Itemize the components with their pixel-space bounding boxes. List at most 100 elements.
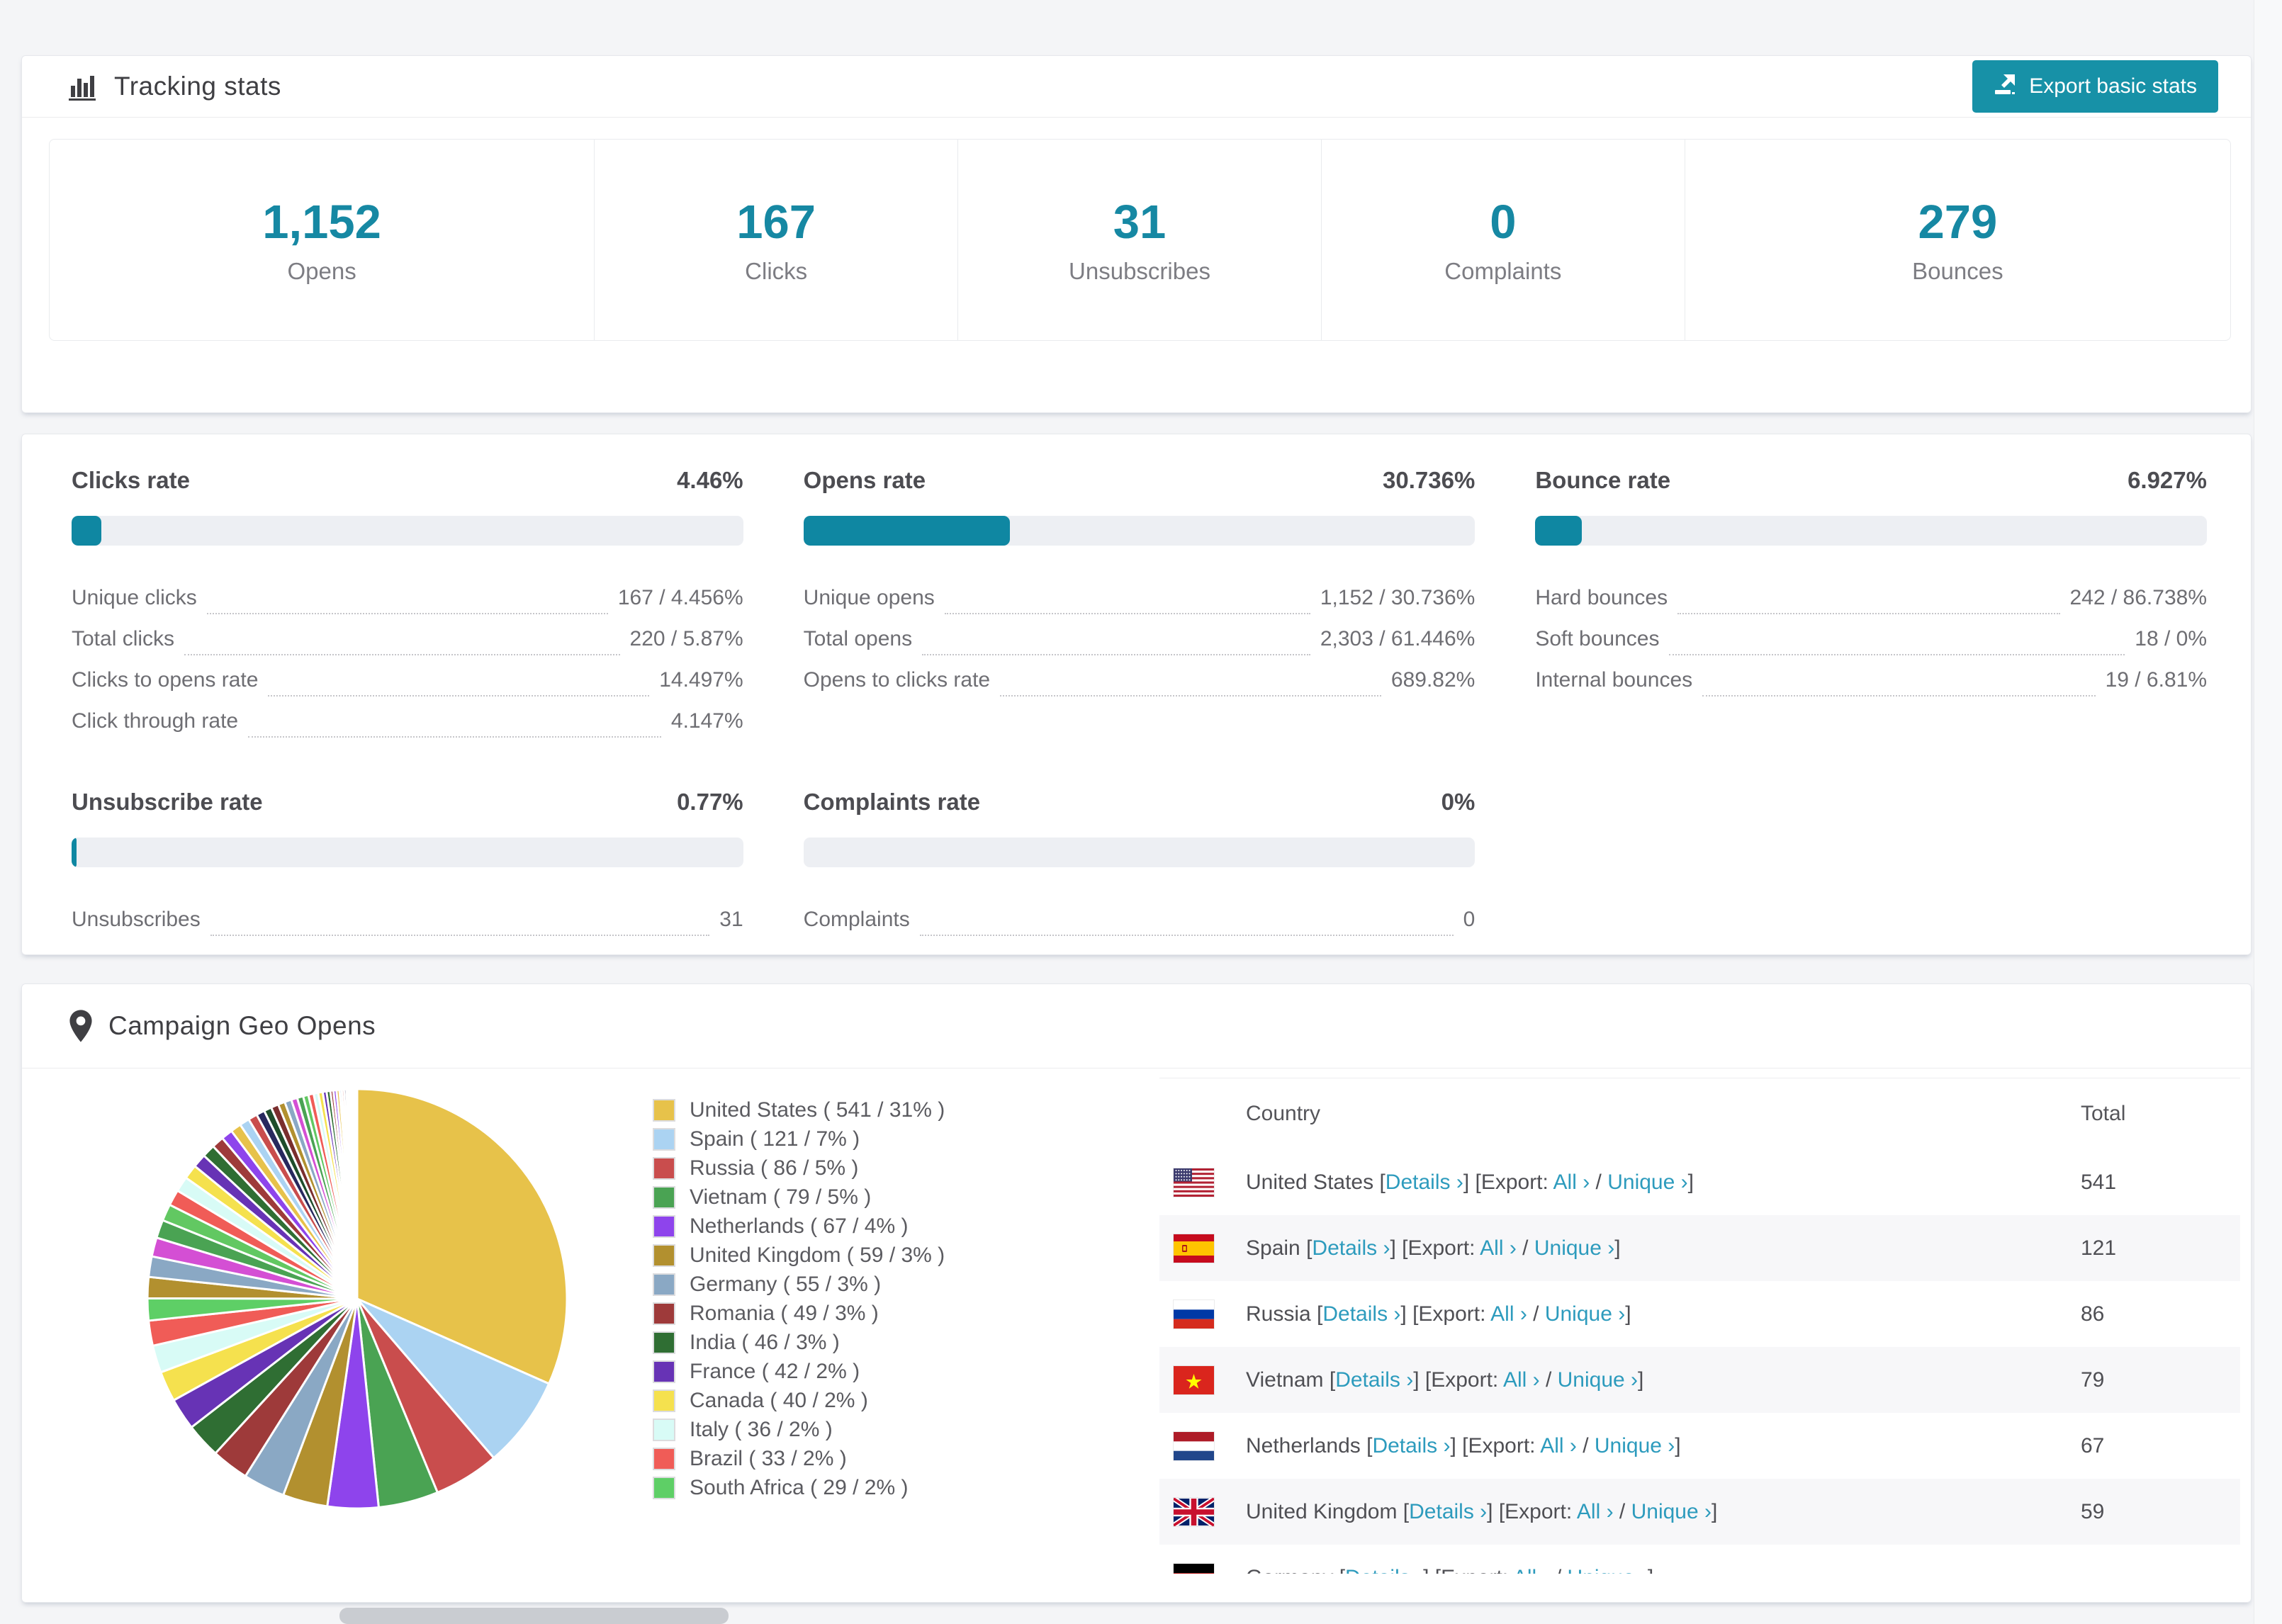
legend-swatch <box>653 1273 675 1296</box>
export-all-link[interactable]: All › <box>1540 1434 1577 1457</box>
export-all-link[interactable]: All › <box>1480 1236 1517 1260</box>
rate-stat-value: 31 <box>719 908 743 931</box>
legend-label: Romania ( 49 / 3% ) <box>690 1301 879 1325</box>
legend-swatch <box>653 1127 675 1151</box>
export-unique-link[interactable]: Unique › <box>1568 1566 1648 1574</box>
export-unique-link[interactable]: Unique › <box>1631 1500 1712 1523</box>
rate-stat-row: Hard bounces 242 / 86.738% <box>1535 573 2207 614</box>
geo-table-header: Country Total <box>1159 1078 2240 1149</box>
rate-stat-row: Unsubscribes 31 <box>72 895 743 936</box>
rate-value: 30.736% <box>1383 467 1476 493</box>
dotted-leader <box>210 926 710 936</box>
country-cell: United States [Details ›] [Export: All ›… <box>1246 1170 1694 1194</box>
horizontal-scrollbar-thumb[interactable] <box>339 1608 729 1624</box>
dotted-leader <box>919 926 1454 936</box>
stat-label: Opens <box>287 258 356 284</box>
dotted-leader <box>1702 687 2096 697</box>
rate-block-complaints-rate: Complaints rate 0% Complaints 0 <box>803 789 1476 936</box>
rate-progress-bar <box>72 516 743 546</box>
rate-value: 6.927% <box>2128 467 2207 493</box>
rate-stat-label: Unique clicks <box>72 586 197 609</box>
table-row-nl: Netherlands [Details ›] [Export: All › /… <box>1159 1413 2240 1479</box>
table-row-es: Spain [Details ›] [Export: All › / Uniqu… <box>1159 1215 2240 1281</box>
rate-title: Bounce rate <box>1535 467 1671 493</box>
details-link[interactable]: Details › <box>1386 1171 1463 1194</box>
rate-stat-label: Opens to clicks rate <box>803 668 991 692</box>
dotted-leader <box>1669 645 2125 655</box>
details-link[interactable]: Details › <box>1409 1500 1487 1523</box>
rate-stat-row: Unique opens 1,152 / 30.736% <box>803 573 1475 614</box>
gb-flag-icon <box>1174 1497 1214 1526</box>
summary-stat-complaints: 0 Complaints <box>1322 140 1685 340</box>
country-cell: Netherlands [Details ›] [Export: All › /… <box>1246 1433 1681 1457</box>
export-icon <box>1994 72 2018 101</box>
legend-label: United Kingdom ( 59 / 3% ) <box>690 1243 945 1267</box>
stat-label: Unsubscribes <box>1069 258 1210 284</box>
details-link[interactable]: Details › <box>1312 1236 1390 1260</box>
rate-stat-value: 689.82% <box>1390 668 1476 692</box>
legend-swatch <box>653 1331 675 1354</box>
rate-block-unsubscribe-rate: Unsubscribe rate 0.77% Unsubscribes 31 <box>72 789 743 936</box>
rate-title: Clicks rate <box>72 467 190 493</box>
rate-stat-value: 19 / 6.81% <box>2105 668 2207 692</box>
details-link[interactable]: Details › <box>1345 1566 1423 1574</box>
rate-stat-label: Unique opens <box>803 586 935 609</box>
rates-grid: Clicks rate 4.46% Unique clicks 167 / 4.456… <box>72 467 2207 936</box>
export-unique-link[interactable]: Unique › <box>1534 1236 1614 1260</box>
rate-stat-value: 18 / 0% <box>2135 627 2207 650</box>
legend-item-spain: Spain ( 121 / 7% ) <box>653 1124 986 1154</box>
stat-value: 0 <box>1490 196 1517 249</box>
details-link[interactable]: Details › <box>1335 1368 1413 1392</box>
geo-title: Campaign Geo Opens <box>108 1011 376 1040</box>
legend-item-netherlands: Netherlands ( 67 / 4% ) <box>653 1212 986 1241</box>
nl-flag-icon <box>1174 1431 1214 1460</box>
export-all-link[interactable]: All › <box>1503 1368 1540 1392</box>
export-unique-link[interactable]: Unique › <box>1607 1171 1687 1194</box>
rate-stat-value: 167 / 4.456% <box>617 586 743 609</box>
dotted-leader <box>206 604 608 614</box>
rate-stat-value: 0 <box>1463 908 1476 931</box>
legend-item-brazil: Brazil ( 33 / 2% ) <box>653 1444 986 1473</box>
stat-label: Complaints <box>1444 258 1562 284</box>
rate-stat-row: Unique clicks 167 / 4.456% <box>72 573 743 614</box>
legend-item-france: France ( 42 / 2% ) <box>653 1357 986 1386</box>
stat-value: 31 <box>1113 196 1167 249</box>
export-all-link[interactable]: All › <box>1553 1171 1590 1194</box>
export-unique-link[interactable]: Unique › <box>1545 1302 1625 1326</box>
export-all-link[interactable]: All › <box>1577 1500 1614 1523</box>
legend-item-south-africa: South Africa ( 29 / 2% ) <box>653 1473 986 1502</box>
country-cell: Vietnam [Details ›] [Export: All › / Uni… <box>1246 1368 1644 1392</box>
rate-stat-label: Hard bounces <box>1535 586 1668 609</box>
rate-value: 0.77% <box>677 789 743 815</box>
export-unique-link[interactable]: Unique › <box>1558 1368 1638 1392</box>
legend-label: Netherlands ( 67 / 4% ) <box>690 1214 909 1238</box>
legend-swatch <box>653 1360 675 1383</box>
bar-chart-icon <box>69 72 99 101</box>
rate-stat-value: 2,303 / 61.446% <box>1320 627 1476 650</box>
dotted-leader <box>184 645 620 655</box>
column-header-country: Country <box>1246 1102 1321 1125</box>
legend-label: India ( 46 / 3% ) <box>690 1330 840 1354</box>
es-flag-icon <box>1174 1234 1214 1263</box>
dotted-leader <box>922 645 1310 655</box>
rate-progress-bar <box>72 838 743 867</box>
summary-stat-opens: 1,152 Opens <box>50 140 595 340</box>
table-row-ru: Russia [Details ›] [Export: All › / Uniq… <box>1159 1281 2240 1347</box>
summary-stats-row: 1,152 Opens 167 Clicks 31 Unsubscribes 0 Compla… <box>49 139 2231 341</box>
total-cell: 59 <box>2081 1499 2105 1523</box>
export-basic-stats-button[interactable]: Export basic stats <box>1972 60 2218 113</box>
summary-stat-clicks: 167 Clicks <box>595 140 959 340</box>
country-cell: Spain [Details ›] [Export: All › / Uniqu… <box>1246 1236 1621 1260</box>
rate-stat-label: Soft bounces <box>1535 627 1660 650</box>
total-cell: 67 <box>2081 1433 2105 1457</box>
vertical-scrollbar-track[interactable] <box>2254 0 2282 1624</box>
details-link[interactable]: Details › <box>1322 1302 1400 1326</box>
details-link[interactable]: Details › <box>1372 1434 1450 1457</box>
legend-item-india: India ( 46 / 3% ) <box>653 1328 986 1357</box>
total-cell: 86 <box>2081 1302 2105 1326</box>
export-unique-link[interactable]: Unique › <box>1595 1434 1675 1457</box>
export-all-link[interactable]: All › <box>1490 1302 1527 1326</box>
stat-value: 1,152 <box>262 196 381 249</box>
export-all-link[interactable]: All › <box>1513 1566 1550 1574</box>
total-cell: 79 <box>2081 1368 2105 1392</box>
